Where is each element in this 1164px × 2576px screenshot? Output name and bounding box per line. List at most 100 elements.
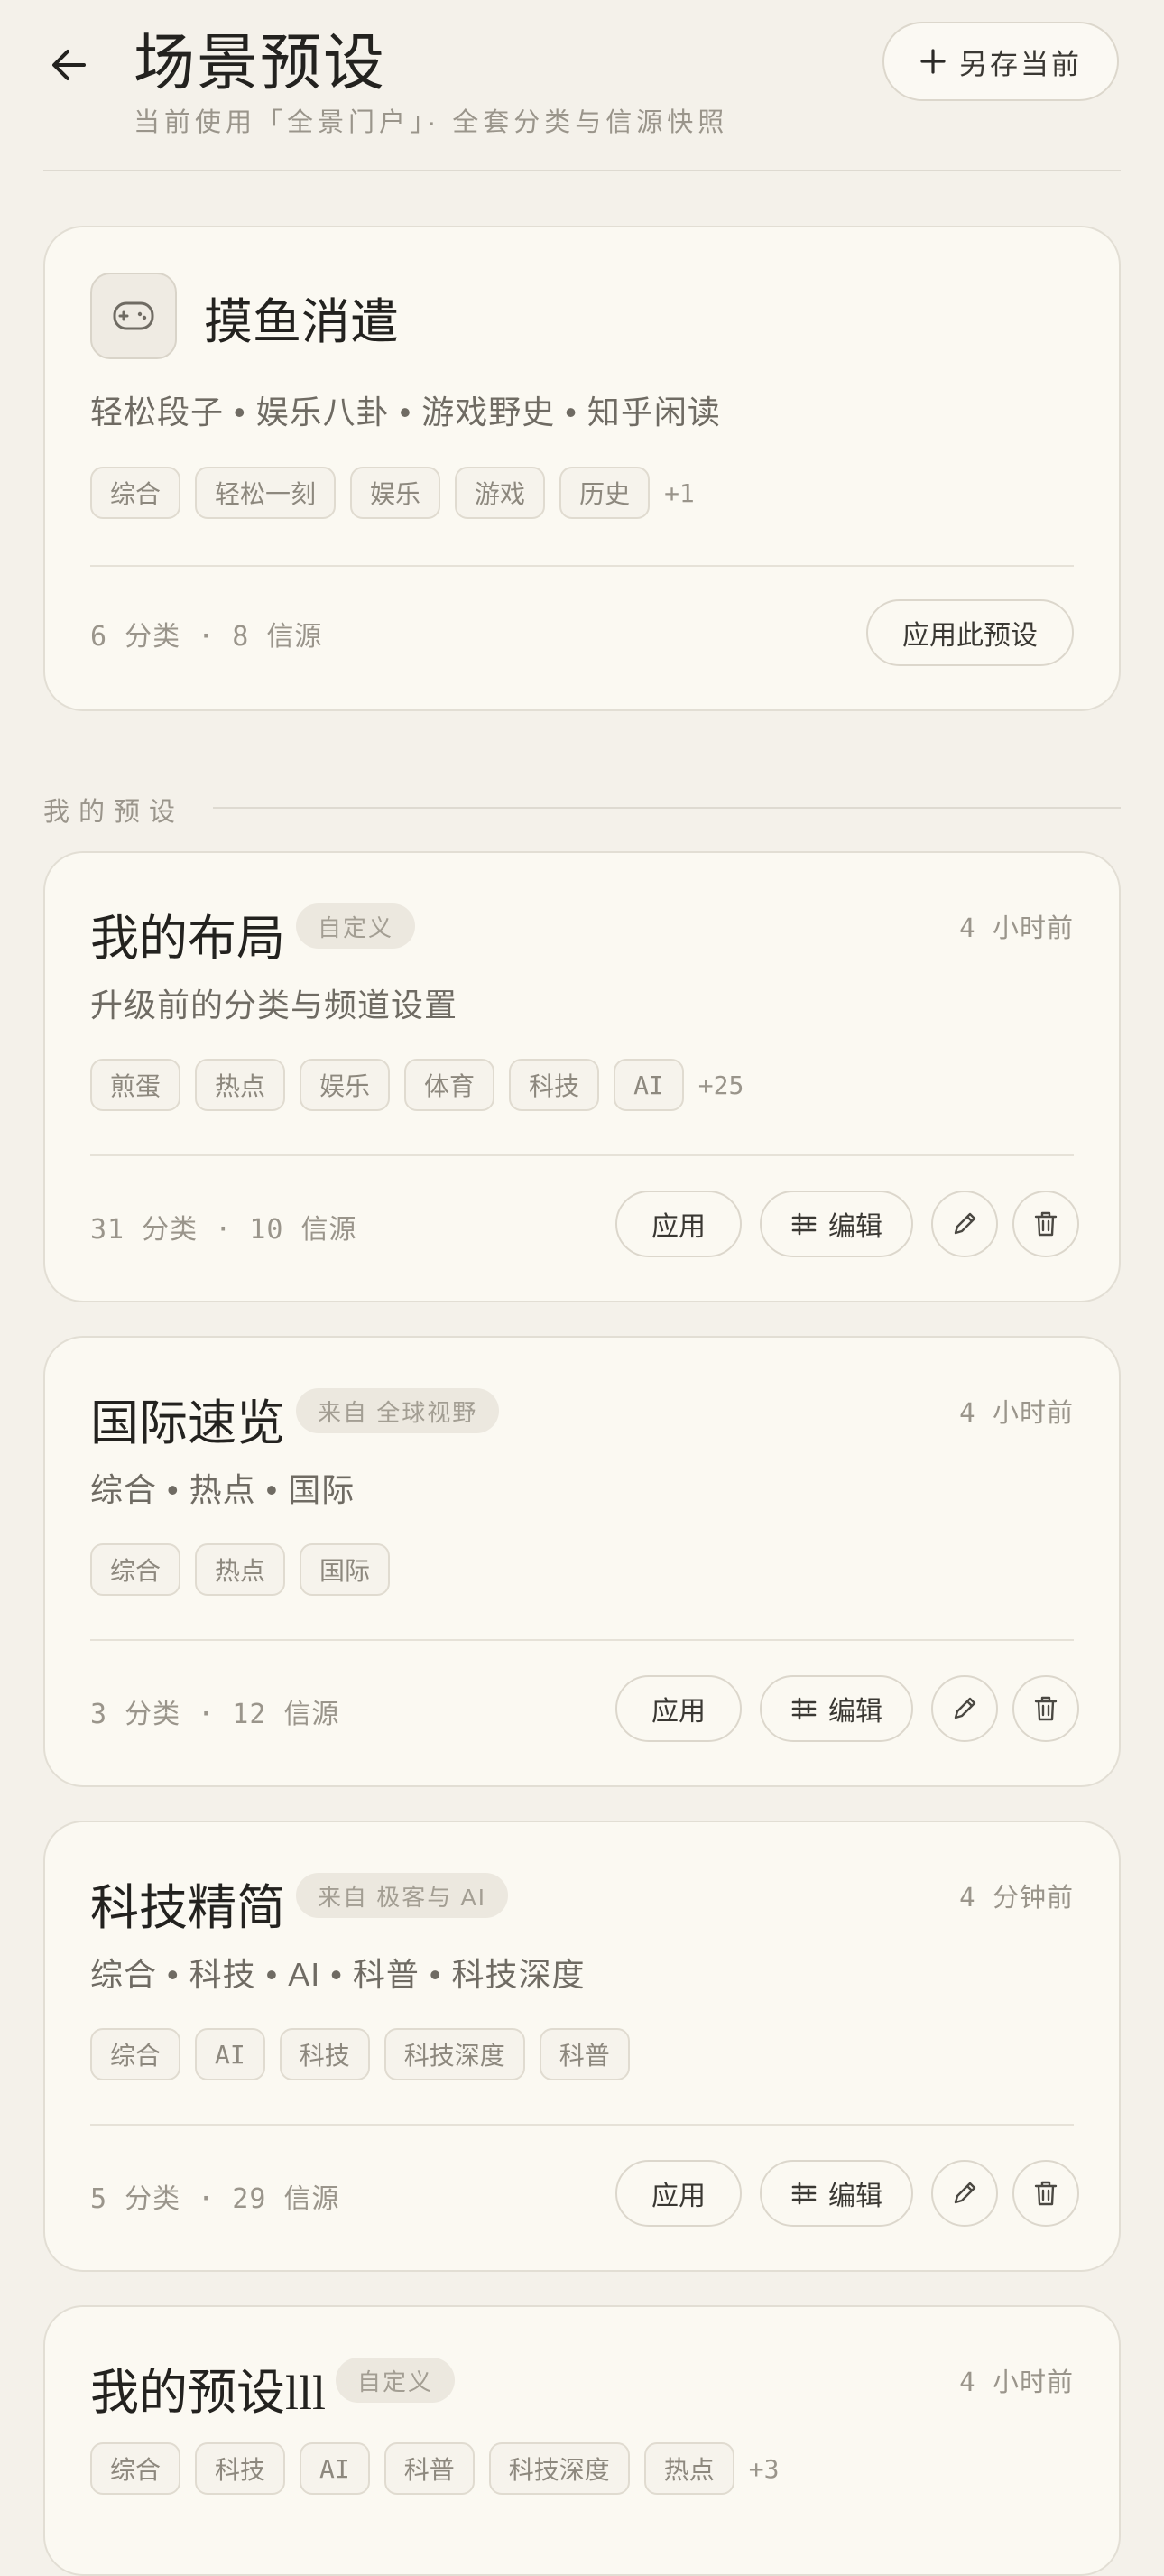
- rename-button[interactable]: [931, 1675, 998, 1742]
- apply-button[interactable]: 应用: [615, 2160, 742, 2227]
- chip: 科技: [509, 1059, 600, 1111]
- header-divider: [43, 170, 1121, 171]
- featured-description: 轻松段子 • 娱乐八卦 • 游戏野史 • 知乎闲读: [90, 394, 721, 431]
- more-count: +25: [697, 1070, 744, 1100]
- featured-counts: 6 分类 · 8 信源: [90, 621, 323, 653]
- section-label: 我的预设: [43, 798, 185, 827]
- chip: 综合: [90, 2442, 181, 2495]
- preset-title: 国际速览: [90, 1396, 285, 1450]
- preset-title: 我的布局: [90, 912, 285, 966]
- preset-card: 科技精简 来自 极客与 AI 4 分钟前 综合 • 科技 • AI • 科普 •…: [43, 1821, 1121, 2272]
- more-count: +1: [664, 477, 695, 508]
- preset-badge: 自定义: [336, 2358, 456, 2403]
- chip: AI: [195, 2028, 265, 2080]
- back-button[interactable]: [43, 40, 94, 90]
- preset-counts: 31 分类 · 10 信源: [90, 1214, 357, 1246]
- chip: 综合: [90, 2028, 181, 2080]
- preset-title: 我的预设lll: [90, 2366, 327, 2420]
- chip: 热点: [195, 1059, 286, 1111]
- apply-button[interactable]: 应用: [615, 1191, 742, 1257]
- chip: 娱乐: [300, 1059, 391, 1111]
- arrow-left-icon: [52, 50, 86, 80]
- chip: 科技: [195, 2442, 286, 2495]
- rename-button[interactable]: [931, 1191, 998, 1257]
- preset-time: 4 小时前: [959, 1397, 1074, 1428]
- delete-button[interactable]: [1012, 1675, 1079, 1742]
- featured-preset-card: 摸鱼消遣 轻松段子 • 娱乐八卦 • 游戏野史 • 知乎闲读 综合 轻松一刻 娱…: [43, 226, 1121, 711]
- chip: 煎蛋: [90, 1059, 181, 1111]
- preset-badge: 来自 全球视野: [296, 1388, 500, 1433]
- section-divider: [213, 807, 1121, 809]
- card-divider: [90, 1154, 1074, 1156]
- preset-card: 国际速览 来自 全球视野 4 小时前 综合 • 热点 • 国际 综合 热点 国际…: [43, 1336, 1121, 1787]
- plus-icon: [920, 49, 946, 74]
- edit-label: 编辑: [828, 1212, 882, 1242]
- chip: 科普: [383, 2442, 475, 2495]
- chip: 热点: [643, 2442, 734, 2495]
- preset-card: 我的布局 自定义 4 小时前 升级前的分类与频道设置 煎蛋 热点 娱乐 体育 科…: [43, 851, 1121, 1302]
- preset-description: 升级前的分类与频道设置: [90, 987, 458, 1024]
- chip: 国际: [300, 1543, 391, 1596]
- pencil-icon: [954, 1697, 976, 1719]
- preset-description: 综合 • 热点 • 国际: [90, 1471, 356, 1508]
- preset-card: 我的预设lll 自定义 4 小时前 综合 科技 AI 科普 科技深度 热点 +3: [43, 2305, 1121, 2576]
- featured-icon-box: [90, 273, 177, 359]
- edit-button[interactable]: 编辑: [760, 1675, 913, 1742]
- edit-button[interactable]: 编辑: [760, 1191, 913, 1257]
- trash-icon: [1034, 2181, 1058, 2206]
- chip: 轻松一刻: [195, 467, 337, 519]
- chip: 娱乐: [350, 467, 441, 519]
- chip: 科技深度: [488, 2442, 630, 2495]
- chip: 体育: [404, 1059, 495, 1111]
- gamepad-icon: [113, 301, 154, 330]
- preset-time: 4 小时前: [959, 2367, 1074, 2397]
- chip: 科技深度: [383, 2028, 525, 2080]
- edit-label: 编辑: [828, 2182, 882, 2211]
- pencil-icon: [954, 2182, 976, 2204]
- chip: 游戏: [455, 467, 546, 519]
- trash-icon: [1034, 1696, 1058, 1721]
- preset-chips: 综合 热点 国际: [90, 1543, 404, 1596]
- delete-button[interactable]: [1012, 1191, 1079, 1257]
- featured-title: 摸鱼消遣: [204, 295, 399, 349]
- rename-button[interactable]: [931, 2160, 998, 2227]
- chip: 历史: [559, 467, 651, 519]
- page-title: 场景预设: [134, 29, 387, 97]
- chip: AI: [614, 1059, 684, 1111]
- preset-chips: 综合 AI 科技 科技深度 科普: [90, 2028, 644, 2080]
- preset-title: 科技精简: [90, 1881, 285, 1935]
- sliders-icon: [791, 1697, 817, 1720]
- apply-button[interactable]: 应用: [615, 1675, 742, 1742]
- sliders-icon: [791, 1212, 817, 1236]
- preset-time: 4 分钟前: [959, 1882, 1074, 1913]
- preset-chips: 煎蛋 热点 娱乐 体育 科技 AI +25: [90, 1059, 744, 1111]
- preset-badge: 自定义: [296, 903, 416, 949]
- chip: 热点: [195, 1543, 286, 1596]
- chip: 科技: [279, 2028, 370, 2080]
- pencil-icon: [954, 1212, 976, 1235]
- preset-counts: 5 分类 · 29 信源: [90, 2183, 340, 2215]
- chip: 综合: [90, 467, 181, 519]
- card-divider: [90, 2124, 1074, 2126]
- save-current-button[interactable]: 另存当前: [882, 22, 1119, 101]
- edit-button[interactable]: 编辑: [760, 2160, 913, 2227]
- edit-label: 编辑: [828, 1697, 882, 1727]
- preset-time: 4 小时前: [959, 913, 1074, 943]
- chip: 综合: [90, 1543, 181, 1596]
- chip: AI: [300, 2442, 370, 2495]
- page-subtitle: 当前使用「全景门户」· 全套分类与信源快照: [134, 108, 729, 137]
- card-divider: [90, 565, 1074, 567]
- card-divider: [90, 1639, 1074, 1641]
- preset-description: 综合 • 科技 • AI • 科普 • 科技深度: [90, 1956, 586, 1993]
- chip: 科普: [539, 2028, 630, 2080]
- preset-chips: 综合 科技 AI 科普 科技深度 热点 +3: [90, 2442, 780, 2495]
- featured-chips: 综合 轻松一刻 娱乐 游戏 历史 +1: [90, 467, 695, 519]
- trash-icon: [1034, 1211, 1058, 1237]
- delete-button[interactable]: [1012, 2160, 1079, 2227]
- apply-featured-button[interactable]: 应用此预设: [866, 599, 1074, 666]
- preset-counts: 3 分类 · 12 信源: [90, 1699, 340, 1730]
- more-count: +3: [748, 2453, 780, 2484]
- save-current-label: 另存当前: [959, 48, 1082, 80]
- preset-badge: 来自 极客与 AI: [296, 1873, 509, 1918]
- page-header: 场景预设 当前使用「全景门户」· 全套分类与信源快照 另存当前: [0, 0, 1164, 171]
